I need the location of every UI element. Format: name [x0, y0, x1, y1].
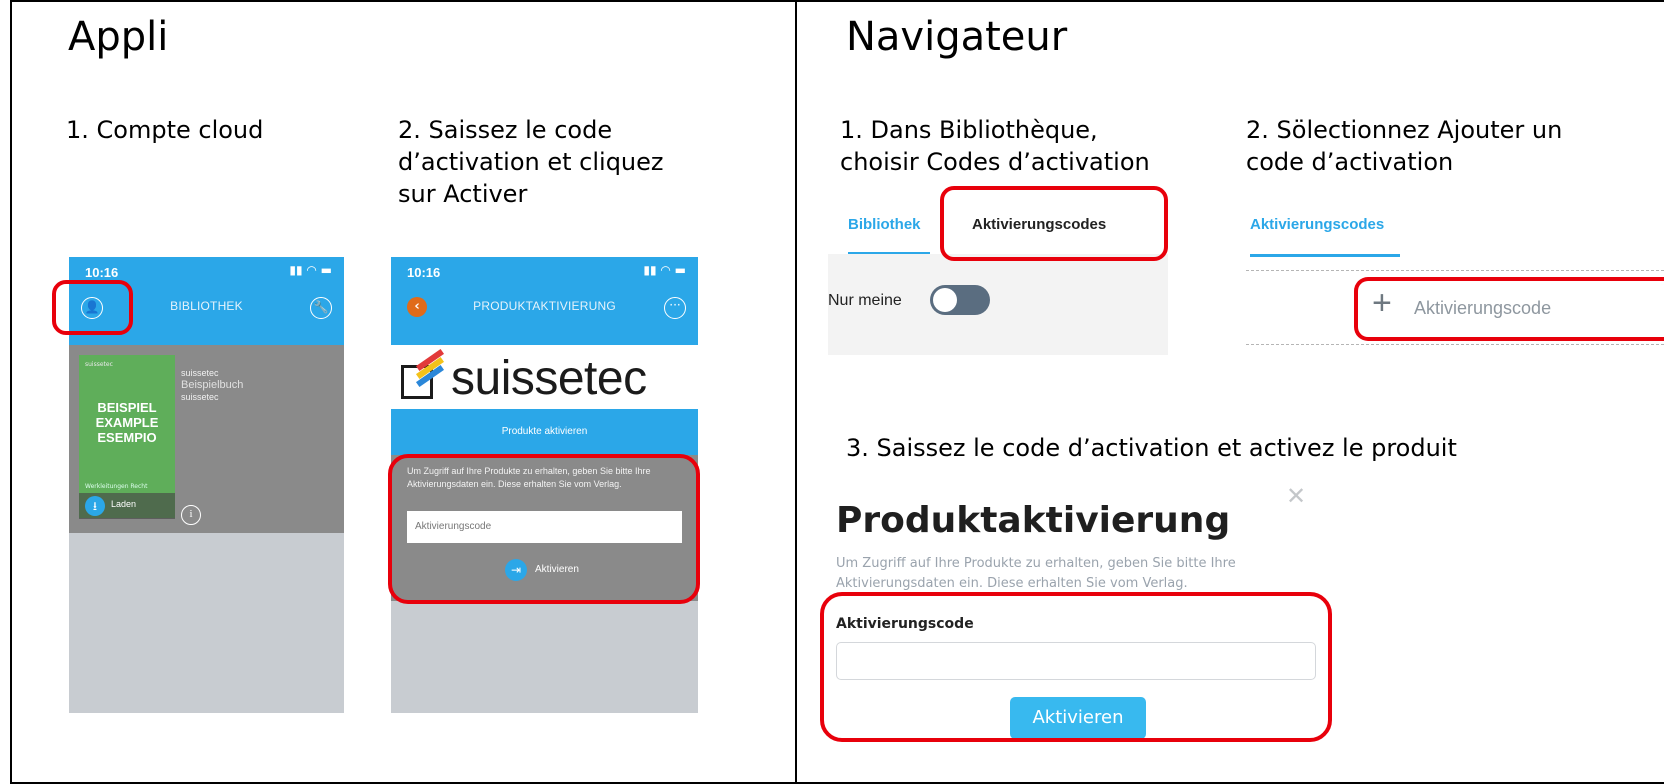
book-meta: suissetec Beispielbuch suissetec — [181, 367, 243, 403]
phone-header: 10:16 ▮▮ ◠ ▬ ‹ PRODUKTAKTIVIERUNG ··· — [391, 257, 698, 345]
activate-products-heading: Produkte aktivieren — [391, 409, 698, 455]
activation-code-input[interactable]: Aktivierungscode — [407, 511, 682, 543]
tab-bibliothek[interactable]: Bibliothek — [848, 216, 921, 233]
wrench-icon[interactable]: 🔧 — [310, 297, 332, 319]
browser-step-1: 1. Dans Bibliothèque, choisir Codes d’ac… — [840, 114, 1150, 178]
activate-button[interactable]: Aktivieren — [535, 564, 579, 575]
close-icon[interactable]: ✕ — [1286, 482, 1306, 510]
load-label: Laden — [111, 499, 137, 509]
info-icon[interactable]: i — [181, 505, 201, 525]
app-heading: Appli — [68, 14, 169, 60]
activation-code-field[interactable] — [836, 642, 1316, 680]
cover-brand: suissetec — [85, 361, 113, 368]
book-publisher: suissetec — [181, 368, 219, 378]
browser-step-2: 2. Sölectionnez Ajouter un code d’activa… — [1246, 114, 1562, 178]
status-icons: ▮▮ ◠ ▬ — [643, 263, 686, 277]
browser-step-2-line2: code d’activation — [1246, 148, 1454, 176]
app-step-1: 1. Compte cloud — [66, 116, 264, 144]
status-time: 10:16 — [407, 265, 441, 280]
book-name: Beispielbuch — [181, 379, 244, 391]
phone-header: 10:16 ▮▮ ◠ ▬ 👤 BIBLIOTHEK 🔧 — [69, 257, 344, 345]
more-icon[interactable]: ··· — [664, 297, 686, 319]
app-step-2-line2: d’activation et cliquez — [398, 148, 664, 176]
phone-activation-screen: 10:16 ▮▮ ◠ ▬ ‹ PRODUKTAKTIVIERUNG ··· su… — [391, 257, 698, 713]
modal-instructions: Um Zugriff auf Ihre Produkte zu erhalten… — [836, 556, 1236, 591]
phone-title: BIBLIOTHEK — [170, 299, 243, 313]
load-button[interactable]: ⭳ Laden — [79, 493, 175, 519]
phone-library-screen: 10:16 ▮▮ ◠ ▬ 👤 BIBLIOTHEK 🔧 suissetec BE… — [69, 257, 344, 713]
cover-title-3: ESEMPIO — [97, 430, 157, 445]
tab-aktivierungscodes[interactable]: Aktivierungscodes — [972, 216, 1106, 233]
status-time: 10:16 — [85, 265, 119, 280]
phone-title: PRODUKTAKTIVIERUNG — [473, 299, 616, 313]
app-step-2-line3: sur Activer — [398, 180, 528, 208]
cover-title-2: EXAMPLE — [95, 415, 159, 430]
filter-bar: Nur meine — [828, 254, 1168, 355]
browser-step-1-line2: choisir Codes d’activation — [840, 148, 1150, 176]
activation-code-label: Aktivierungscode — [836, 616, 974, 632]
dashed-bottom — [1246, 344, 1664, 345]
browser-step-1-line1: 1. Dans Bibliothèque, — [840, 116, 1098, 144]
add-activation-code-button[interactable]: + Aktivierungscode — [1372, 284, 1664, 330]
plus-icon: + — [1372, 284, 1392, 322]
book-list: suissetec BEISPIEL EXAMPLE ESEMPIO Werkl… — [69, 345, 344, 533]
activation-instructions: Um Zugriff auf Ihre Produkte zu erhalten… — [407, 466, 651, 489]
brand-logo: suissetec — [451, 352, 647, 405]
browser-step-3: 3. Saissez le code d’activation et activ… — [846, 434, 1457, 462]
cover-title-1: BEISPIEL — [97, 400, 157, 415]
login-icon[interactable]: ⇥ — [505, 559, 527, 581]
library-tabs-panel: Bibliothek Aktivierungscodes Nur meine — [828, 200, 1168, 355]
add-code-label: Aktivierungscode — [1414, 298, 1552, 318]
toggle-knob — [933, 288, 957, 312]
activation-form: Um Zugriff auf Ihre Produkte zu erhalten… — [391, 455, 698, 601]
download-icon: ⭳ — [85, 496, 105, 516]
cover-subtitle: Werkleitungen Recht — [85, 483, 148, 490]
book-cover[interactable]: suissetec BEISPIEL EXAMPLE ESEMPIO Werkl… — [79, 355, 175, 519]
tab-aktivierungscodes-active[interactable]: Aktivierungscodes — [1250, 216, 1384, 233]
status-icons: ▮▮ ◠ ▬ — [289, 263, 332, 277]
book-author: suissetec — [181, 392, 219, 402]
modal-title: Produktaktivierung — [836, 500, 1231, 541]
app-step-2: 2. Saissez le code d’activation et cliqu… — [398, 114, 664, 210]
activate-submit-button[interactable]: Aktivieren — [1010, 697, 1146, 739]
tab-active-underline — [1250, 254, 1400, 257]
browser-step-2-line1: 2. Sölectionnez Ajouter un — [1246, 116, 1563, 144]
cover-title: BEISPIEL EXAMPLE ESEMPIO — [83, 400, 171, 445]
toggle-label: Nur meine — [828, 292, 902, 309]
dashed-top — [1246, 270, 1664, 271]
app-step-2-line1: 2. Saissez le code — [398, 116, 613, 144]
browser-heading: Navigateur — [846, 14, 1068, 60]
only-mine-toggle[interactable] — [930, 285, 990, 315]
